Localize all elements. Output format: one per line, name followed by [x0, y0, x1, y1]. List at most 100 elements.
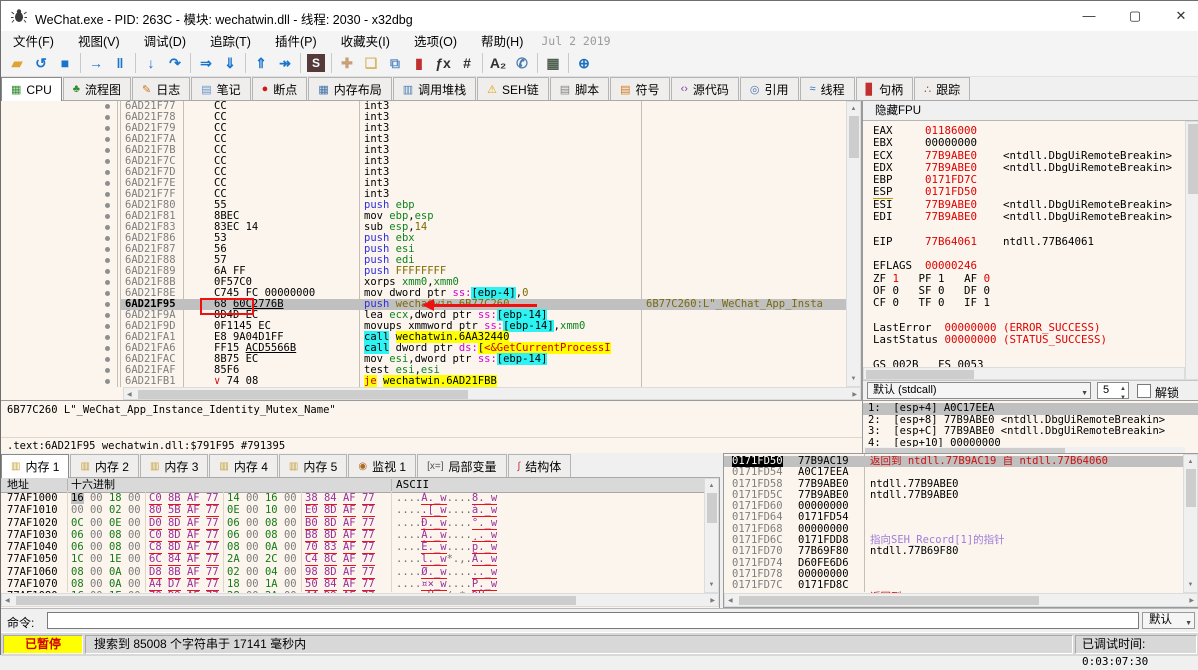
dump-byte[interactable]: 00 — [90, 517, 103, 529]
attach-icon[interactable]: ✆ — [510, 52, 534, 74]
dump-byte[interactable]: 00 — [246, 541, 259, 553]
dump-byte[interactable]: 00 — [128, 492, 141, 504]
calculator-icon[interactable]: ▦ — [541, 52, 565, 74]
calling-convention-dropdown[interactable]: 默认 (stdcall) ▼ — [867, 382, 1091, 399]
dump-byte[interactable]: 8D — [323, 516, 337, 530]
stack-row[interactable]: 0171FD50 77B9AC19 返回到 ntdll.77B9AC19 自 ntd… — [724, 456, 1184, 468]
dump-byte[interactable]: 77 — [205, 504, 219, 518]
dump-byte[interactable]: 0C — [71, 517, 84, 529]
tab-notes[interactable]: ▤ 笔记 — [191, 77, 251, 100]
dump-byte[interactable]: 1E — [109, 553, 122, 565]
pause-icon[interactable]: ‖ — [108, 52, 132, 74]
maximize-button[interactable]: ▢ — [1113, 1, 1157, 30]
dump-byte[interactable]: 77 — [205, 492, 219, 505]
dump-byte[interactable]: C0 — [149, 492, 162, 505]
dump-byte[interactable]: 00 — [90, 529, 103, 541]
dump-row[interactable]: 77AF1010 00 00 02 00 80 5B AF 77 0E 00 10 0… — [1, 504, 704, 518]
dump-byte[interactable]: 1A — [265, 578, 278, 590]
function-icon[interactable]: ƒx — [431, 52, 455, 74]
breakpoint-dot[interactable] — [105, 225, 110, 230]
dump-byte[interactable]: 16 — [265, 492, 278, 504]
step-into-icon[interactable]: ↓ — [139, 52, 163, 74]
dump-byte[interactable]: AF — [186, 565, 200, 579]
tab-breakpoints[interactable]: ● 断点 — [251, 77, 308, 100]
scroll-right-arrow[interactable]: ▶ — [710, 597, 715, 604]
scroll-up-arrow[interactable]: ▲ — [1184, 456, 1197, 468]
dump-row[interactable]: 77AF1020 0C 00 0E 00 D0 8D AF 77 06 00 08 0… — [1, 516, 704, 530]
dump-byte[interactable]: 8B — [167, 492, 181, 505]
scroll-thumb[interactable] — [707, 493, 717, 523]
dump-byte[interactable]: 2C — [265, 553, 278, 565]
dump-byte[interactable]: 00 — [246, 492, 259, 504]
disasm-vscrollbar[interactable]: ▲ ▼ — [846, 101, 861, 387]
dump-byte[interactable]: 1C — [71, 553, 84, 565]
dump-byte[interactable]: 77 — [205, 553, 219, 567]
dump-byte[interactable]: 00 — [71, 504, 84, 516]
stack-row[interactable]: 0171FD64 0171FD54 — [724, 512, 1184, 524]
dump-byte[interactable]: 08 — [265, 529, 278, 541]
dump-byte[interactable]: 08 — [71, 578, 84, 590]
tab-symbols[interactable]: ▤ 符号 — [610, 77, 670, 100]
scroll-thumb[interactable] — [849, 116, 859, 158]
scroll-up-arrow[interactable]: ▲ — [847, 103, 860, 115]
dump-byte[interactable]: 77 — [205, 578, 219, 592]
dump-byte[interactable]: 6C — [149, 553, 162, 567]
dump-byte[interactable]: 77 — [361, 492, 375, 505]
dump-byte[interactable]: 00 — [284, 578, 297, 590]
dump-byte[interactable]: AF — [342, 565, 356, 579]
tab-dump-1[interactable]: ▥ 内存 1 — [1, 454, 70, 478]
stack-row[interactable]: 0171FD54 A0C17EEA — [724, 466, 1184, 478]
scroll-down-arrow[interactable]: ▼ — [1184, 579, 1197, 591]
scroll-up-arrow[interactable]: ▲ — [705, 480, 718, 492]
dump-byte[interactable]: 04 — [265, 566, 278, 578]
hash-icon[interactable]: # — [455, 52, 479, 74]
scroll-right-arrow[interactable]: ▶ — [852, 391, 857, 398]
command-mode-dropdown[interactable]: 默认 ▼ — [1142, 612, 1195, 629]
dump-byte[interactable]: 00 — [90, 541, 103, 553]
menu-item-o[interactable]: 选项(O) — [402, 31, 469, 50]
tab-dump-3[interactable]: ▥ 内存 3 — [139, 454, 209, 477]
dump-byte[interactable]: 0E — [109, 517, 122, 529]
stack-hscrollbar[interactable]: ◀ ▶ — [724, 593, 1198, 607]
breakpoint-dot[interactable] — [105, 203, 110, 208]
patch-icon[interactable]: ✚ — [335, 52, 359, 74]
scylla-icon[interactable]: S — [307, 54, 325, 72]
dump-byte[interactable]: 77 — [361, 565, 375, 579]
tab-graph[interactable]: ♣ 流程图 — [62, 77, 131, 100]
dump-byte[interactable]: 18 — [109, 492, 122, 504]
arguments-pane[interactable]: 1: [esp+4] A0C17EEA 2: [esp+8] 77B9ABE0 <… — [862, 400, 1198, 453]
dump-byte[interactable]: AF — [186, 553, 200, 567]
dump-row[interactable]: 77AF1060 08 00 0A 00 D8 8B AF 77 02 00 04 0… — [1, 565, 704, 579]
tab-cpu[interactable]: ▦ CPU — [1, 77, 62, 101]
dump-row[interactable]: 77AF1070 08 00 0A 00 A4 D7 AF 77 18 00 1A 0… — [1, 578, 704, 592]
dump-byte[interactable]: 5B — [167, 504, 181, 518]
dump-byte[interactable]: 8D — [323, 504, 337, 518]
menu-item-i[interactable]: 收藏夹(I) — [329, 31, 402, 50]
dump-byte[interactable]: AF — [342, 528, 356, 542]
breakpoint-dot[interactable] — [105, 115, 110, 120]
breakpoint-dot[interactable] — [105, 104, 110, 109]
scroll-thumb[interactable] — [16, 596, 576, 605]
scroll-thumb[interactable] — [866, 370, 974, 379]
strings-icon[interactable]: A₂ — [486, 52, 510, 74]
dump-row[interactable]: 77AF1030 06 00 08 00 C0 8D AF 77 06 00 08 0… — [1, 528, 704, 542]
dump-byte[interactable]: 8D — [167, 528, 181, 542]
breakpoint-dot[interactable] — [105, 126, 110, 131]
stepper-down-icon[interactable]: ▼ — [1120, 391, 1126, 400]
dump-byte[interactable]: 77 — [361, 528, 375, 542]
dump-byte[interactable]: 77 — [205, 516, 219, 530]
dump-byte[interactable]: 00 — [284, 553, 297, 565]
dump-byte[interactable]: 77 — [205, 565, 219, 579]
registers-pane[interactable]: 隐藏FPU EAX 01186000 EBX 00000000 ECX 77B9AB… — [862, 101, 1198, 400]
dump-byte[interactable]: AF — [186, 541, 200, 555]
dump-byte[interactable]: 77 — [361, 504, 375, 518]
dump-byte[interactable]: 08 — [265, 517, 278, 529]
arg-count-stepper[interactable]: 5 ▲ ▼ — [1097, 382, 1129, 400]
tab-handles[interactable]: ▊ 句柄 — [855, 77, 914, 100]
tab-threads[interactable]: ≈ 线程 — [799, 77, 855, 100]
tab-log[interactable]: ✎ 日志 — [131, 77, 191, 100]
register-row[interactable]: EIP 77B64061 ntdll.77B64061 — [863, 235, 1185, 248]
dump-byte[interactable]: D8 — [149, 565, 162, 579]
breakpoint-dot[interactable] — [105, 148, 110, 153]
scroll-left-arrow[interactable]: ◀ — [728, 597, 733, 604]
